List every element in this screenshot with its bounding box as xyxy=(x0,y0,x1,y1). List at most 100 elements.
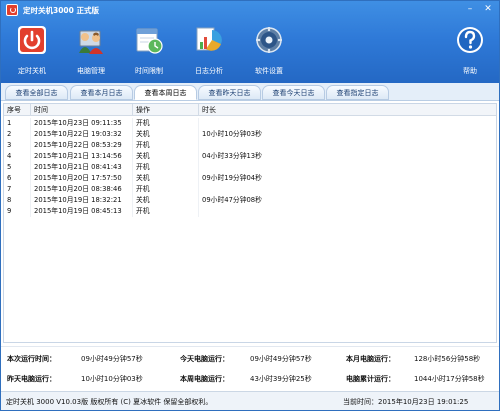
table-row[interactable]: 6 2015年10月20日 17:57:50 关机 09小时19分钟04秒 xyxy=(4,173,496,184)
cell-time: 2015年10月22日 19:03:32 xyxy=(31,129,133,140)
cell-duration xyxy=(199,206,496,217)
status-bar: 定时关机 3000 V10.03版 版权所有 (C) 夏冰软件 保留全部权利。 … xyxy=(1,391,499,410)
cell-time: 2015年10月19日 08:45:13 xyxy=(31,206,133,217)
cell-duration xyxy=(199,162,496,173)
table-row[interactable]: 8 2015年10月19日 18:32:21 关机 09小时47分钟08秒 xyxy=(4,195,496,206)
total-runtime-value: 1044小时17分钟58秒 xyxy=(414,375,485,383)
column-header-duration[interactable]: 时长 xyxy=(199,104,496,116)
title-bar: 定时关机3000 正式版 – ✕ xyxy=(1,1,499,19)
toolbar-log-analysis[interactable]: 日志分析 xyxy=(181,23,237,81)
cell-number: 5 xyxy=(4,162,31,173)
power-icon xyxy=(18,26,46,54)
log-tab-bar: 查看全部日志 查看本月日志 查看本周日志 查看昨天日志 查看今天日志 查看指定日… xyxy=(1,83,499,101)
cell-time: 2015年10月20日 17:57:50 xyxy=(31,173,133,184)
table-row[interactable]: 9 2015年10月19日 08:45:13 开机 xyxy=(4,206,496,217)
cell-operation: 开机 xyxy=(133,162,199,173)
header-area: 定时关机3000 正式版 – ✕ 定时关机 电脑管理 时间限制 日志分析 软件设… xyxy=(1,1,499,83)
cell-operation: 开机 xyxy=(133,206,199,217)
today-runtime-value: 09小时49分钟57秒 xyxy=(250,355,312,363)
today-runtime-label: 今天电脑运行： xyxy=(180,355,229,363)
cell-time: 2015年10月20日 08:38:46 xyxy=(31,184,133,195)
cell-duration: 10小时10分钟03秒 xyxy=(202,130,262,138)
cell-number: 3 xyxy=(4,140,31,151)
cell-time: 2015年10月21日 08:41:43 xyxy=(31,162,133,173)
week-runtime-value: 43小时39分钟25秒 xyxy=(250,375,312,383)
cell-duration: 09小时47分钟08秒 xyxy=(202,196,262,204)
column-header-operation[interactable]: 操作 xyxy=(133,104,199,116)
cell-operation: 开机 xyxy=(133,184,199,195)
cell-time: 2015年10月23日 09:11:35 xyxy=(31,118,133,129)
tab-yesterday-logs[interactable]: 查看昨天日志 xyxy=(198,85,261,100)
cell-number: 7 xyxy=(4,184,31,195)
table-row[interactable]: 3 2015年10月22日 08:53:29 开机 xyxy=(4,140,496,151)
help-icon xyxy=(457,27,483,53)
toolbar-label: 电脑管理 xyxy=(77,67,105,75)
cell-time: 2015年10月19日 18:32:21 xyxy=(31,195,133,206)
toolbar-label: 软件设置 xyxy=(255,67,283,75)
toolbar-label: 帮助 xyxy=(463,67,477,75)
cell-operation: 关机 xyxy=(133,129,199,140)
cell-number: 8 xyxy=(4,195,31,206)
toolbar-shutdown-timer[interactable]: 定时关机 xyxy=(4,23,60,81)
cell-operation: 关机 xyxy=(133,151,199,162)
app-window: 定时关机3000 正式版 – ✕ 定时关机 电脑管理 时间限制 日志分析 软件设… xyxy=(0,0,500,411)
tab-all-logs[interactable]: 查看全部日志 xyxy=(5,85,68,100)
toolbar-label: 定时关机 xyxy=(18,67,46,75)
users-icon xyxy=(79,30,103,54)
cell-number: 2 xyxy=(4,129,31,140)
yesterday-runtime-label: 昨天电脑运行： xyxy=(7,375,56,383)
gear-icon xyxy=(256,27,282,53)
table-header: 序号 时间 操作 时长 xyxy=(4,104,496,116)
tab-today-logs[interactable]: 查看今天日志 xyxy=(262,85,325,100)
cell-operation: 关机 xyxy=(133,173,199,184)
this-run-value: 09小时49分钟57秒 xyxy=(81,355,143,363)
cell-duration xyxy=(199,118,496,129)
table-row[interactable]: 1 2015年10月23日 09:11:35 开机 xyxy=(4,118,496,129)
column-header-number[interactable]: 序号 xyxy=(4,104,31,116)
tab-custom-logs[interactable]: 查看指定日志 xyxy=(326,85,389,100)
toolbar-time-limit[interactable]: 时间限制 xyxy=(121,23,177,81)
version-copyright-text: 定时关机 3000 V10.03版 版权所有 (C) 夏冰软件 保留全部权利。 xyxy=(6,398,213,406)
cell-duration xyxy=(199,184,496,195)
week-runtime-label: 本周电脑运行： xyxy=(180,375,229,383)
current-time-text: 当前时间：2015年10月23日 19:01:25 xyxy=(343,398,469,406)
cell-duration: 09小时19分钟04秒 xyxy=(202,174,262,182)
cell-operation: 关机 xyxy=(133,195,199,206)
toolbar-label: 日志分析 xyxy=(195,67,223,75)
cell-number: 4 xyxy=(4,151,31,162)
clock-icon xyxy=(136,28,163,54)
cell-duration: 04小时33分钟13秒 xyxy=(202,152,262,160)
app-logo-icon xyxy=(6,4,18,16)
toolbar-settings[interactable]: 软件设置 xyxy=(241,23,297,81)
toolbar-help[interactable]: 帮助 xyxy=(442,23,498,81)
table-row[interactable]: 2 2015年10月22日 19:03:32 关机 10小时10分钟03秒 xyxy=(4,129,496,140)
main-toolbar: 定时关机 电脑管理 时间限制 日志分析 软件设置 帮助 xyxy=(1,23,499,81)
log-table: 序号 时间 操作 时长 1 2015年10月23日 09:11:35 开机 2 … xyxy=(3,103,497,343)
cell-number: 9 xyxy=(4,206,31,217)
toolbar-pc-management[interactable]: 电脑管理 xyxy=(63,23,119,81)
cell-operation: 开机 xyxy=(133,140,199,151)
cell-time: 2015年10月21日 13:14:56 xyxy=(31,151,133,162)
column-header-time[interactable]: 时间 xyxy=(31,104,133,116)
toolbar-label: 时间限制 xyxy=(135,67,163,75)
cell-time: 2015年10月22日 08:53:29 xyxy=(31,140,133,151)
minimize-button[interactable]: – xyxy=(463,4,477,15)
cell-operation: 开机 xyxy=(133,118,199,129)
runtime-stats-panel: 本次运行时间： 09小时49分钟57秒 今天电脑运行： 09小时49分钟57秒 … xyxy=(1,346,499,390)
chart-icon xyxy=(196,27,222,51)
cell-duration xyxy=(199,140,496,151)
month-runtime-label: 本月电脑运行： xyxy=(346,355,395,363)
tab-month-logs[interactable]: 查看本月日志 xyxy=(70,85,133,100)
this-run-label: 本次运行时间： xyxy=(7,355,56,363)
table-row[interactable]: 7 2015年10月20日 08:38:46 开机 xyxy=(4,184,496,195)
cell-number: 1 xyxy=(4,118,31,129)
yesterday-runtime-value: 10小时10分钟03秒 xyxy=(81,375,143,383)
month-runtime-value: 128小时56分钟58秒 xyxy=(414,355,481,363)
tab-week-logs[interactable]: 查看本周日志 xyxy=(134,85,197,100)
table-row[interactable]: 5 2015年10月21日 08:41:43 开机 xyxy=(4,162,496,173)
window-title: 定时关机3000 正式版 xyxy=(23,6,99,15)
close-button[interactable]: ✕ xyxy=(481,4,495,15)
cell-number: 6 xyxy=(4,173,31,184)
table-row[interactable]: 4 2015年10月21日 13:14:56 关机 04小时33分钟13秒 xyxy=(4,151,496,162)
total-runtime-label: 电脑累计运行： xyxy=(346,375,395,383)
